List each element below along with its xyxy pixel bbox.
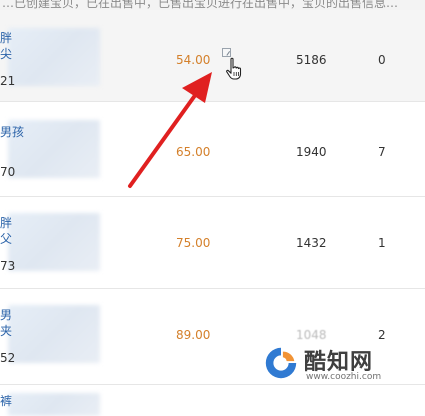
price-value: 75.00 — [176, 236, 211, 250]
product-code: 52 — [0, 351, 16, 365]
coozhi-logo-icon — [265, 347, 297, 379]
product-title[interactable]: 裤 — [0, 393, 12, 409]
product-title[interactable]: 胖 父 — [0, 215, 12, 247]
product-code: 73 — [0, 259, 16, 273]
stock-value: 1432 — [296, 236, 327, 250]
product-thumbnail — [8, 213, 100, 271]
stock-value: 1940 — [296, 145, 327, 159]
table-row: 男孩 70 65.00 1940 7 — [0, 102, 425, 197]
hand-pointer-icon — [226, 57, 242, 80]
product-thumbnail — [8, 305, 100, 363]
product-title[interactable]: 胖 尖 — [0, 30, 12, 62]
sales-value: 0 — [378, 53, 386, 67]
watermark-url: www.coozhi.com — [306, 372, 382, 382]
table-row: 胖 尖 21 54.00 5186 0 — [0, 10, 425, 102]
product-title[interactable]: 男孩 — [0, 124, 24, 140]
table-row: 胖 父 73 75.00 1432 1 — [0, 197, 425, 289]
product-thumbnail — [8, 393, 100, 416]
sales-value: 7 — [378, 145, 386, 159]
sales-value: 1 — [378, 236, 386, 250]
product-code: 21 — [0, 74, 16, 88]
product-code: 70 — [0, 165, 16, 179]
product-thumbnail — [8, 28, 100, 86]
table-row: 裤 — [0, 385, 425, 416]
price-value: 65.00 — [176, 145, 211, 159]
edit-icon[interactable] — [222, 48, 231, 57]
price-value: 54.00 — [176, 53, 211, 67]
price-value: 89.00 — [176, 328, 211, 342]
site-watermark: 酷知网 www.coozhi.com — [262, 340, 382, 388]
stock-value: 5186 — [296, 53, 327, 67]
product-title[interactable]: 男 夹 — [0, 307, 12, 339]
